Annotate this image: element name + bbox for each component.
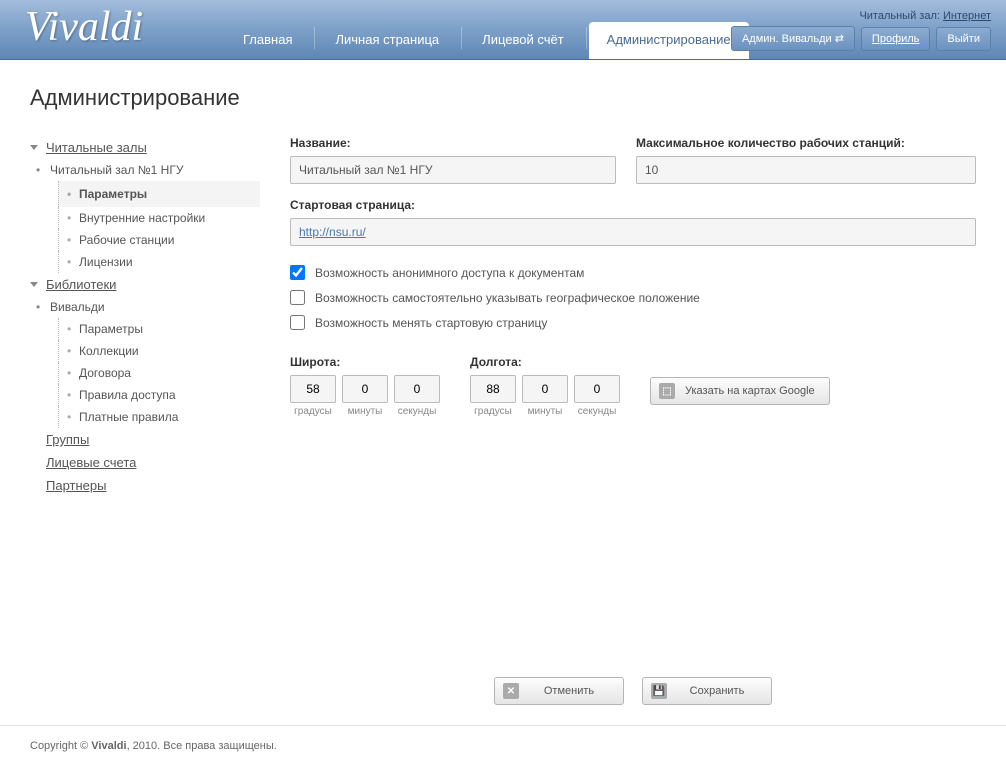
lat-min[interactable] [342, 375, 388, 403]
user-box: Админ. Вивальди ⇄ Профиль Выйти [731, 26, 991, 51]
sidebar-room1-stations[interactable]: Рабочие станции [58, 229, 260, 251]
sidebar-room1[interactable]: Читальный зал №1 НГУ [30, 159, 260, 181]
sidebar-lib1-contracts[interactable]: Договора [58, 362, 260, 384]
lat-deg[interactable] [290, 375, 336, 403]
sidebar-reading-rooms[interactable]: Читальные залы [30, 136, 260, 159]
profile-button[interactable]: Профиль [861, 27, 931, 51]
max-input[interactable] [636, 156, 976, 184]
main-nav: Главная Личная страница Лицевой счёт Адм… [225, 22, 751, 59]
sidebar-accounts[interactable]: Лицевые счета [30, 451, 260, 474]
lon-min[interactable] [522, 375, 568, 403]
close-icon: ✕ [503, 683, 519, 699]
name-input[interactable] [290, 156, 616, 184]
save-button[interactable]: 💾 Сохранить [642, 677, 772, 705]
check-startpage-label: Возможность менять стартовую страницу [315, 316, 547, 330]
header: Vivaldi Читальный зал: Интернет Главная … [0, 0, 1006, 60]
map-icon: ⬚ [659, 383, 675, 399]
start-label: Стартовая страница: [290, 198, 976, 212]
lon-sec[interactable] [574, 375, 620, 403]
logout-button[interactable]: Выйти [936, 27, 991, 51]
check-anonymous[interactable] [290, 265, 305, 280]
reading-room-indicator: Читальный зал: Интернет [859, 10, 991, 22]
sidebar-lib1-paid[interactable]: Платные правила [58, 406, 260, 428]
sidebar: Читальные залы Читальный зал №1 НГУ Пара… [30, 136, 260, 705]
max-label: Максимальное количество рабочих станций: [636, 136, 976, 150]
footer: Copyright © Vivaldi, 2010. Все права защ… [0, 725, 1006, 766]
nav-home[interactable]: Главная [225, 22, 310, 59]
sidebar-lib1-access[interactable]: Правила доступа [58, 384, 260, 406]
check-startpage[interactable] [290, 315, 305, 330]
name-label: Название: [290, 136, 616, 150]
nav-admin[interactable]: Администрирование [589, 22, 749, 59]
start-input[interactable] [290, 218, 976, 246]
check-anonymous-label: Возможность анонимного доступа к докумен… [315, 266, 584, 280]
sidebar-groups[interactable]: Группы [30, 428, 260, 451]
save-icon: 💾 [651, 683, 667, 699]
lon-label: Долгота: [470, 355, 620, 369]
sidebar-lib1[interactable]: Вивальди [30, 296, 260, 318]
sidebar-room1-internal[interactable]: Внутренние настройки [58, 207, 260, 229]
sidebar-partners[interactable]: Партнеры [30, 474, 260, 497]
nav-account[interactable]: Лицевой счёт [464, 22, 582, 59]
sidebar-room1-params[interactable]: Параметры [58, 181, 260, 207]
sidebar-lib1-params[interactable]: Параметры [58, 318, 260, 340]
lon-deg[interactable] [470, 375, 516, 403]
sidebar-room1-licenses[interactable]: Лицензии [58, 251, 260, 273]
admin-badge: Админ. Вивальди ⇄ [731, 26, 855, 51]
lat-label: Широта: [290, 355, 440, 369]
nav-personal[interactable]: Личная страница [317, 22, 457, 59]
logo: Vivaldi [25, 3, 143, 51]
lat-sec[interactable] [394, 375, 440, 403]
page-title: Администрирование [30, 85, 976, 111]
sidebar-lib1-collections[interactable]: Коллекции [58, 340, 260, 362]
map-button[interactable]: ⬚ Указать на картах Google [650, 377, 830, 405]
check-geo-label: Возможность самостоятельно указывать гео… [315, 291, 700, 305]
reading-room-link[interactable]: Интернет [943, 10, 991, 22]
content: Название: Максимальное количество рабочи… [290, 136, 976, 705]
sidebar-libraries[interactable]: Библиотеки [30, 273, 260, 296]
check-geo[interactable] [290, 290, 305, 305]
cancel-button[interactable]: ✕ Отменить [494, 677, 624, 705]
